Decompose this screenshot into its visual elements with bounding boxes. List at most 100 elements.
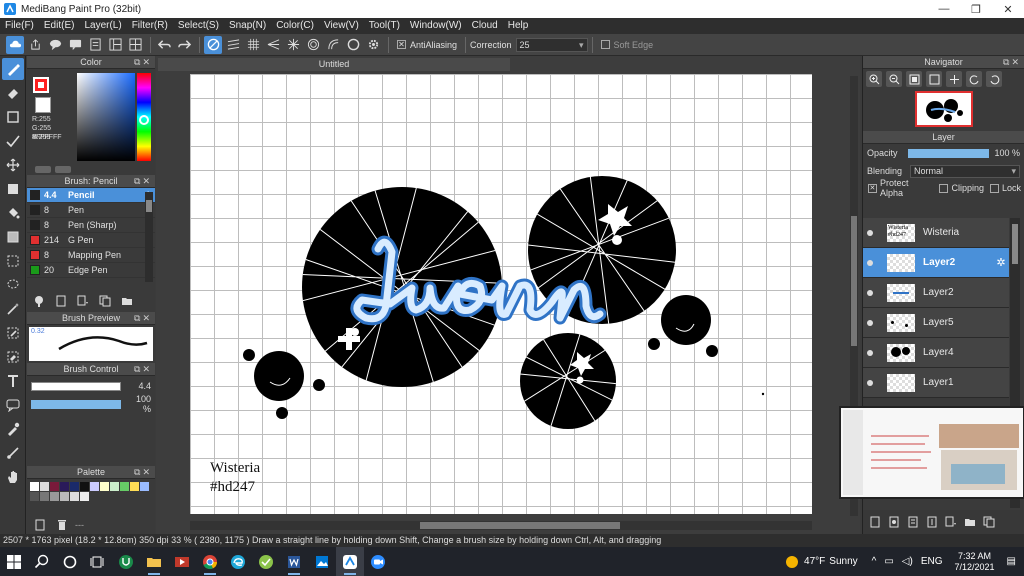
layer-visibility-eye-icon[interactable]	[863, 289, 877, 296]
copy-brush-icon[interactable]	[96, 294, 114, 309]
rotate-left-icon[interactable]	[966, 71, 982, 87]
grid-layout-icon[interactable]	[126, 36, 144, 54]
brush-group-icon[interactable]	[30, 294, 48, 309]
new-palette-icon[interactable]	[31, 518, 49, 533]
app-u-icon[interactable]	[112, 547, 140, 576]
new-halftone-layer-icon[interactable]	[886, 514, 902, 530]
layer-visibility-eye-icon[interactable]	[863, 229, 877, 236]
new-layer-icon[interactable]	[867, 514, 883, 530]
file-explorer-icon[interactable]	[140, 547, 168, 576]
network-icon[interactable]: ▭	[884, 556, 893, 567]
drawing-canvas[interactable]: Wisteria #hd247	[190, 74, 812, 514]
layer-visibility-eye-icon[interactable]	[863, 259, 877, 266]
menu-layer[interactable]: Layer(L)	[79, 18, 126, 34]
text-tool-icon[interactable]	[2, 370, 24, 392]
menu-select[interactable]: Select(S)	[173, 18, 224, 34]
duplicate-layer-icon[interactable]	[981, 514, 997, 530]
antialiasing-checkbox[interactable]: ✕	[397, 40, 406, 49]
brush-row[interactable]: 20 Edge Pen	[27, 263, 155, 278]
brush-size-value[interactable]: 4.4	[127, 381, 151, 391]
palette-swatch[interactable]	[60, 492, 69, 501]
bucket-tool-icon[interactable]	[2, 202, 24, 224]
brush-row[interactable]: 8 Pen (Sharp)	[27, 218, 155, 233]
menu-filter[interactable]: Filter(R)	[127, 18, 173, 34]
comment-icon[interactable]	[46, 36, 64, 54]
layer-row[interactable]: Layer1	[863, 368, 1009, 398]
share-icon[interactable]	[26, 36, 44, 54]
curve-snap-icon[interactable]	[324, 36, 342, 54]
brush-tool-icon[interactable]	[2, 58, 24, 80]
new-brush-icon[interactable]	[52, 294, 70, 309]
hand-tool-icon[interactable]	[2, 466, 24, 488]
foreground-color-swatch[interactable]	[33, 77, 49, 93]
layer-visibility-eye-icon[interactable]	[863, 379, 877, 386]
layer-folder-icon[interactable]	[962, 514, 978, 530]
palette-swatch[interactable]	[30, 482, 39, 491]
windows-start-icon[interactable]	[0, 547, 28, 576]
layer-settings-gear-icon[interactable]: ✲	[993, 256, 1009, 269]
brush-row[interactable]: 8 Pen	[27, 203, 155, 218]
delete-palette-icon[interactable]	[53, 518, 71, 533]
eyedropper-tool-icon[interactable]	[2, 418, 24, 440]
volume-icon[interactable]: ◁)	[902, 556, 913, 567]
menu-help[interactable]: Help	[503, 18, 534, 34]
background-color-swatch[interactable]	[35, 97, 51, 113]
layer-row[interactable]: Layer5	[863, 308, 1009, 338]
scrollbar-thumb[interactable]	[851, 216, 857, 346]
layer-visibility-eye-icon[interactable]	[863, 319, 877, 326]
palette-swatch[interactable]	[100, 482, 109, 491]
brush-list-scrollbar[interactable]	[145, 192, 153, 282]
lasso-tool-icon[interactable]	[2, 274, 24, 296]
gradient-tool-icon[interactable]	[2, 226, 24, 248]
task-view-icon[interactable]	[84, 547, 112, 576]
color-add-button[interactable]	[35, 166, 51, 173]
panel-controls-icon[interactable]: ⧉✕	[134, 56, 152, 69]
brush-row[interactable]: 214 G Pen	[27, 233, 155, 248]
chevron-up-icon[interactable]: ^	[872, 556, 877, 567]
brush-opacity-value[interactable]: 100 %	[127, 394, 151, 414]
panel-controls-icon[interactable]: ⧉✕	[134, 312, 152, 325]
scrollbar-thumb[interactable]	[420, 522, 620, 529]
weather-widget[interactable]: 47°F Sunny	[786, 555, 858, 568]
correction-dropdown[interactable]: 25	[515, 37, 588, 52]
palette-swatch[interactable]	[50, 482, 59, 491]
redo-icon[interactable]	[175, 36, 193, 54]
concentric-snap-icon[interactable]	[304, 36, 322, 54]
panel-controls-icon[interactable]: ⧉✕	[134, 466, 152, 479]
maximize-button[interactable]: ❐	[960, 0, 992, 18]
photos-icon[interactable]	[308, 547, 336, 576]
brush-size-slider[interactable]	[31, 381, 121, 391]
palette-swatch[interactable]	[80, 482, 89, 491]
palette-swatch[interactable]	[40, 482, 49, 491]
search-icon[interactable]	[28, 547, 56, 576]
layer-row[interactable]: Layer2	[863, 278, 1009, 308]
lock-checkbox[interactable]	[989, 183, 999, 193]
layer-row[interactable]: Wisteria #hd247 Wisteria	[863, 218, 1009, 248]
snap-off-icon[interactable]	[204, 35, 222, 54]
cloud-sync-icon[interactable]	[6, 35, 24, 54]
parallel-snap-icon[interactable]	[224, 36, 242, 54]
input-language[interactable]: ENG	[921, 556, 943, 567]
blending-dropdown[interactable]: Normal	[910, 164, 1020, 178]
add-layer-dropdown-icon[interactable]	[943, 514, 959, 530]
select-pen-tool-icon[interactable]	[2, 322, 24, 344]
canvas-horizontal-scrollbar[interactable]	[190, 521, 812, 530]
document-icon[interactable]	[86, 36, 104, 54]
navigator-thumbnail[interactable]	[863, 89, 1024, 131]
palette-swatch[interactable]	[80, 492, 89, 501]
panel-controls-icon[interactable]: ⧉✕	[134, 175, 152, 188]
select-rect-tool-icon[interactable]	[2, 106, 24, 128]
taskbar-clock[interactable]: 7:32 AM 7/12/2021	[955, 551, 995, 573]
menu-window[interactable]: Window(W)	[405, 18, 467, 34]
circle-snap-icon[interactable]	[344, 36, 362, 54]
layer-visibility-eye-icon[interactable]	[863, 349, 877, 356]
brush-opacity-slider[interactable]	[31, 399, 121, 409]
menu-cloud[interactable]: Cloud	[467, 18, 503, 34]
palette-swatch[interactable]	[120, 482, 129, 491]
speech-bubble-tool-icon[interactable]	[2, 394, 24, 416]
zoom-app-icon[interactable]	[364, 547, 392, 576]
panel-layout-icon[interactable]	[106, 36, 124, 54]
actual-size-icon[interactable]	[926, 71, 942, 87]
fill-rect-tool-icon[interactable]	[2, 178, 24, 200]
color-edit-button[interactable]	[55, 166, 71, 173]
